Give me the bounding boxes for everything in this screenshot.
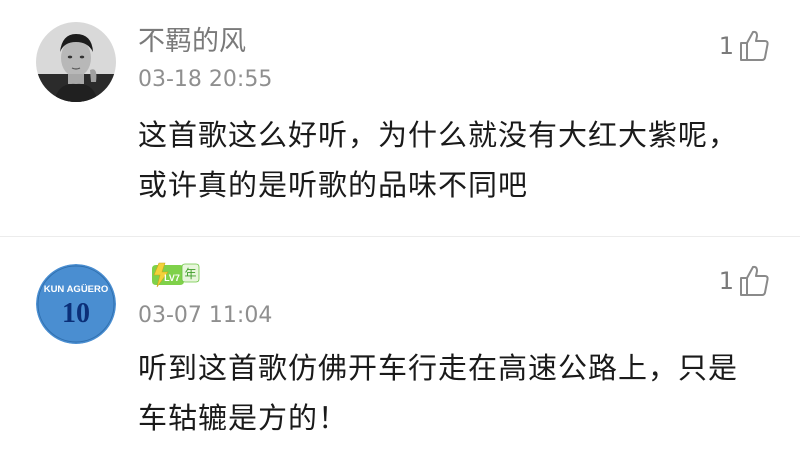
like-button[interactable]: 1	[719, 261, 770, 301]
like-count: 1	[718, 32, 734, 60]
comment-text-line: 这首歌这么好听，为什么就没有大红大紫呢，	[138, 118, 739, 152]
thumbs-up-icon[interactable]	[738, 29, 770, 63]
comment-text-line: 车轱辘是方的！	[138, 401, 349, 435]
avatar-number: 10	[62, 298, 90, 329]
user-level-badge: LV7 年	[150, 261, 202, 289]
like-count: 1	[718, 267, 734, 295]
avatar[interactable]: KUN AGÜERO 10	[36, 264, 116, 344]
timestamp: 03-07 11:04	[138, 303, 273, 328]
portrait-avatar-image	[36, 22, 116, 102]
thumbs-up-icon[interactable]	[738, 264, 770, 298]
comment-text-line: 或许真的是听歌的品味不同吧	[138, 168, 529, 202]
avatar-top-text: KUN AGÜERO	[44, 284, 109, 295]
avatar[interactable]	[36, 22, 116, 102]
comment-item: KUN AGÜERO 10 LV7 年 03-07 11:04 1 听到这首歌仿…	[0, 236, 800, 464]
comment-text: 这首歌这么好听，为什么就没有大红大紫呢， 或许真的是听歌的品味不同吧	[138, 110, 778, 210]
comment-text: 听到这首歌仿佛开车行走在高速公路上，只是 车轱辘是方的！	[138, 343, 778, 443]
badge-suffix: 年	[184, 267, 196, 281]
kun-aguero-avatar-image: KUN AGÜERO 10	[36, 264, 116, 344]
like-button[interactable]: 1	[719, 26, 770, 66]
timestamp: 03-18 20:55	[138, 67, 273, 92]
comment-item: 不羁的风 03-18 20:55 1 这首歌这么好听，为什么就没有大红大紫呢， …	[0, 0, 800, 236]
badge-level: LV7	[164, 273, 180, 283]
username[interactable]: 不羁的风	[138, 24, 246, 60]
comment-text-line: 听到这首歌仿佛开车行走在高速公路上，只是	[138, 351, 739, 385]
